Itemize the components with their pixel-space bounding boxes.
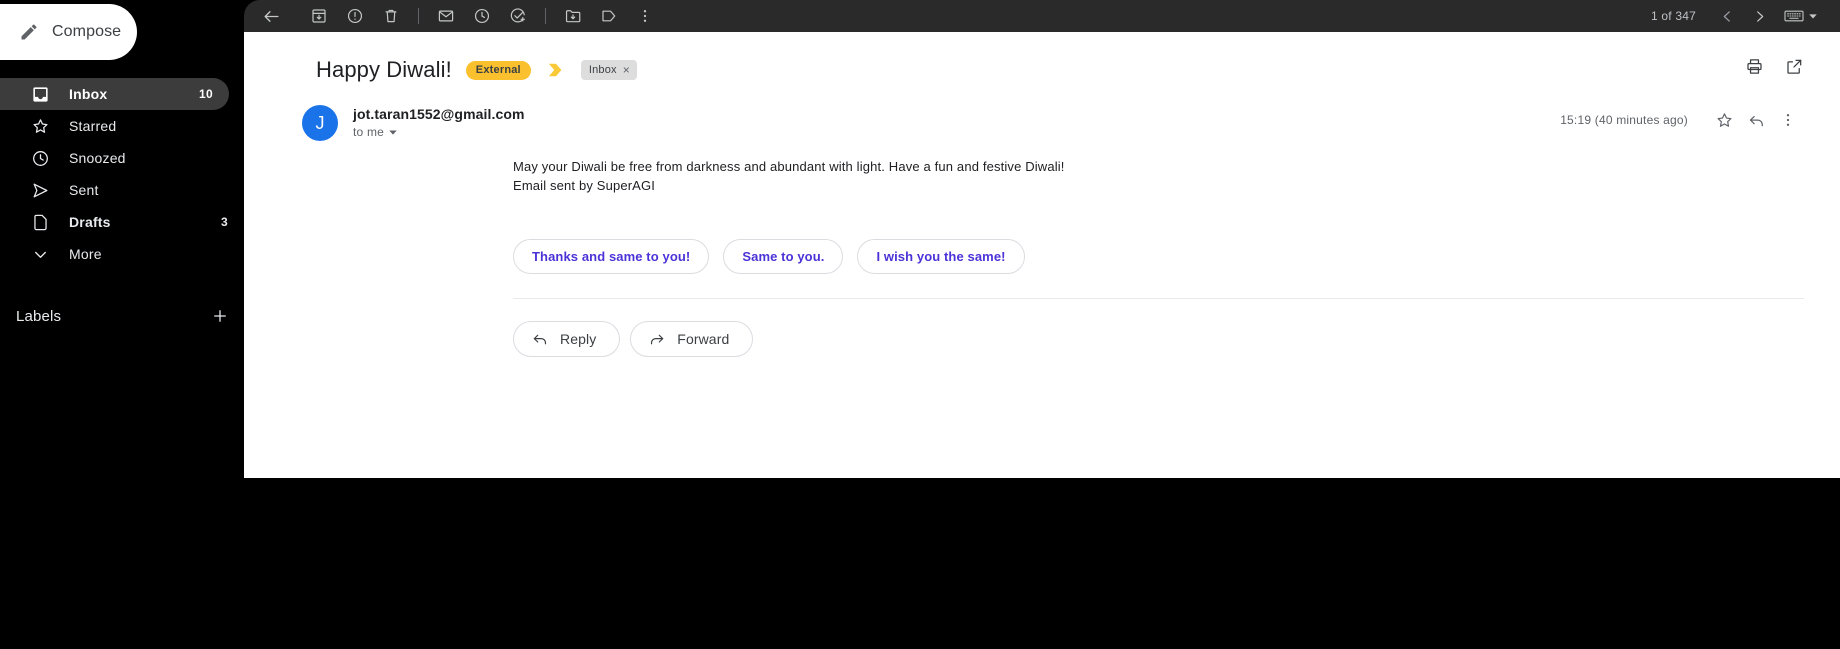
toolbar-divider-1 xyxy=(418,8,419,24)
message-toolbar: 1 of 347 xyxy=(244,0,1840,32)
main-area: 1 of 347 Happy Diwali! External Inbox × … xyxy=(244,0,1840,649)
smart-reply-row: Thanks and same to you! Same to you. I w… xyxy=(244,195,1840,274)
more-options-icon[interactable] xyxy=(1772,106,1804,134)
sidebar-item-more-label: More xyxy=(69,246,102,262)
subject-row: Happy Diwali! External Inbox × xyxy=(244,32,1840,84)
keyboard-shortcuts-button[interactable] xyxy=(1784,9,1818,23)
mark-unread-icon[interactable] xyxy=(431,3,461,29)
sidebar-item-starred[interactable]: Starred xyxy=(0,110,244,142)
timestamp: 15:19 (40 minutes ago) xyxy=(1560,113,1688,127)
delete-icon[interactable] xyxy=(376,3,406,29)
compose-button[interactable]: Compose xyxy=(0,4,137,60)
sidebar-nav: Inbox 10 Starred Snoozed Sent Drafts 3 M… xyxy=(0,78,244,270)
sidebar-item-more[interactable]: More xyxy=(0,238,244,270)
add-to-tasks-icon[interactable] xyxy=(503,3,533,29)
reply-icon[interactable] xyxy=(1740,106,1772,134)
star-icon[interactable] xyxy=(1708,106,1740,134)
pane-actions xyxy=(1744,56,1804,76)
message-body-line: May your Diwali be free from darkness an… xyxy=(513,159,1065,174)
reply-button[interactable]: Reply xyxy=(513,321,621,357)
avatar[interactable]: J xyxy=(302,105,338,141)
sidebar-item-starred-label: Starred xyxy=(69,118,117,134)
reading-pane: Happy Diwali! External Inbox × J jot.tar… xyxy=(244,32,1840,478)
chevron-right-icon[interactable] xyxy=(1744,3,1774,29)
clock-icon xyxy=(30,148,50,168)
close-icon[interactable]: × xyxy=(623,64,630,76)
sidebar: Compose Inbox 10 Starred Snoozed Sent Dr… xyxy=(0,0,244,649)
snooze-icon[interactable] xyxy=(467,3,497,29)
keyboard-icon xyxy=(1784,9,1804,23)
sender-address[interactable]: jot.taran1552@gmail.com xyxy=(353,106,525,122)
sidebar-item-drafts-count: 3 xyxy=(221,215,228,229)
archive-icon[interactable] xyxy=(304,3,334,29)
labels-title: Labels xyxy=(16,307,62,325)
footer-area xyxy=(244,478,1840,649)
message-body: May your Diwali be free from darkness an… xyxy=(244,141,1840,195)
reply-icon xyxy=(531,330,549,348)
chevron-down-icon xyxy=(30,244,50,264)
more-options-icon[interactable] xyxy=(630,3,660,29)
sidebar-item-snoozed[interactable]: Snoozed xyxy=(0,142,244,174)
forward-button[interactable]: Forward xyxy=(630,321,754,357)
recipient-toggle[interactable]: to me xyxy=(353,125,525,139)
plus-icon[interactable] xyxy=(210,306,230,326)
label-icon[interactable] xyxy=(594,3,624,29)
reply-button-label: Reply xyxy=(560,331,597,347)
forward-icon xyxy=(648,330,666,348)
sidebar-item-sent-label: Sent xyxy=(69,182,99,198)
chevron-left-icon[interactable] xyxy=(1712,3,1742,29)
status-badge[interactable]: External xyxy=(465,60,531,80)
sidebar-item-inbox-label: Inbox xyxy=(69,86,108,102)
sidebar-item-drafts-label: Drafts xyxy=(69,214,111,230)
message-meta: jot.taran1552@gmail.com to me xyxy=(353,105,525,141)
important-marker-icon[interactable] xyxy=(547,62,565,78)
page-title: Happy Diwali! xyxy=(316,57,452,82)
smart-reply-button[interactable]: Same to you. xyxy=(723,239,844,274)
draft-icon xyxy=(30,212,50,232)
back-arrow-icon[interactable] xyxy=(256,3,286,29)
recipient-label: to me xyxy=(353,125,385,139)
sidebar-item-snoozed-label: Snoozed xyxy=(69,150,126,166)
star-icon xyxy=(30,116,50,136)
sidebar-item-drafts[interactable]: Drafts 3 xyxy=(0,206,244,238)
sidebar-item-sent[interactable]: Sent xyxy=(0,174,244,206)
pencil-icon xyxy=(19,22,39,42)
message-header: J jot.taran1552@gmail.com to me 15:19 (4… xyxy=(244,84,1840,141)
send-icon xyxy=(30,180,50,200)
sidebar-item-inbox[interactable]: Inbox 10 xyxy=(0,78,229,110)
move-to-icon[interactable] xyxy=(558,3,588,29)
toolbar-divider-2 xyxy=(545,8,546,24)
compose-label: Compose xyxy=(52,23,122,40)
open-in-new-window-icon[interactable] xyxy=(1784,56,1804,76)
page-count: 1 of 347 xyxy=(1651,9,1696,23)
forward-button-label: Forward xyxy=(677,331,730,347)
pagination-controls: 1 of 347 xyxy=(1651,0,1818,32)
inbox-icon xyxy=(30,84,50,104)
report-spam-icon[interactable] xyxy=(340,3,370,29)
caret-down-icon xyxy=(1808,11,1818,21)
smart-reply-button[interactable]: I wish you the same! xyxy=(857,239,1025,274)
caret-down-icon xyxy=(388,127,398,137)
gmail-app: Compose Inbox 10 Starred Snoozed Sent Dr… xyxy=(0,0,1840,649)
smart-reply-button[interactable]: Thanks and same to you! xyxy=(513,239,710,274)
message-actions: 15:19 (40 minutes ago) xyxy=(1560,106,1804,134)
label-chip-inbox[interactable]: Inbox × xyxy=(580,60,637,80)
label-chip-inbox-text: Inbox xyxy=(588,64,617,76)
reply-forward-row: Reply Forward xyxy=(244,299,1840,357)
labels-header: Labels xyxy=(0,300,244,332)
print-icon[interactable] xyxy=(1744,56,1764,76)
sidebar-item-inbox-count: 10 xyxy=(199,87,213,101)
message-body-line: Email sent by SuperAGI xyxy=(513,178,656,193)
